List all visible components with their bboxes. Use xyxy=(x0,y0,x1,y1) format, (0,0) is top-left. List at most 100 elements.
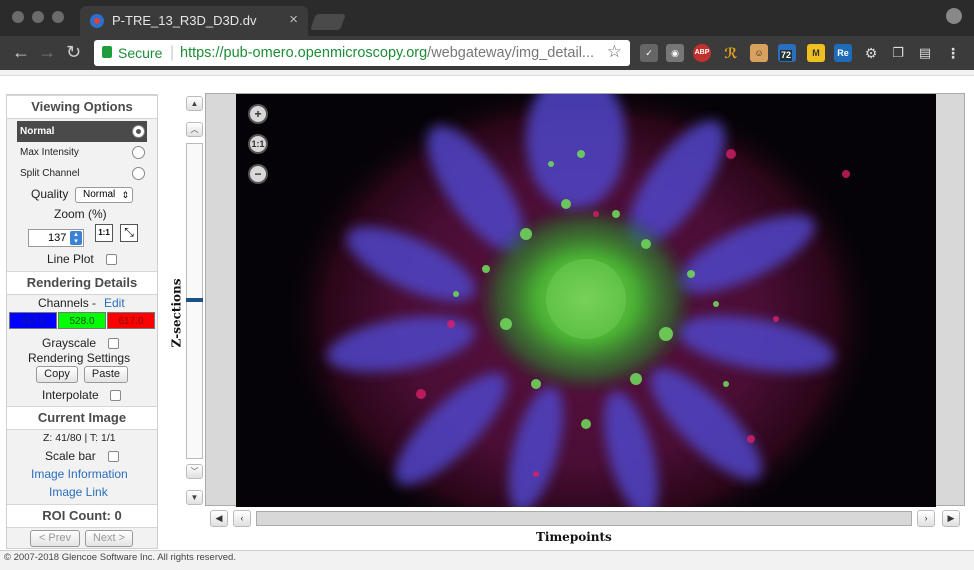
omnibox-divider: | xyxy=(170,44,175,61)
gear-extension-icon[interactable]: ⚙ xyxy=(862,44,880,62)
mode-normal-label: Normal xyxy=(20,126,55,137)
microscopy-image[interactable]: + 1:1 − xyxy=(236,94,936,507)
camera-extension-icon[interactable]: ◉ xyxy=(666,44,684,62)
cell-fluorescence-image xyxy=(281,94,881,507)
copyright-text: © 2007-2018 Glencoe Software Inc. All ri… xyxy=(4,552,236,563)
mode-split-channel-radio[interactable] xyxy=(132,167,145,180)
zoom-fit-button[interactable]: ⤡ xyxy=(120,224,138,242)
back-arrow-icon[interactable]: ← xyxy=(12,42,30,63)
grayscale-label: Grayscale xyxy=(42,336,97,350)
viewing-options-header: Viewing Options xyxy=(7,95,157,119)
copy-button[interactable]: Copy xyxy=(36,366,78,383)
timepoints-label: Timepoints xyxy=(536,530,612,544)
channel-button-457[interactable]: 457.0 xyxy=(9,312,57,329)
z-slider-track[interactable] xyxy=(186,143,203,459)
left-panel: Viewing Options Normal Max Intensity Spl… xyxy=(6,94,158,549)
url-path: /webgateway/img_detail... xyxy=(427,45,595,61)
rss-extension-icon[interactable]: ℛ xyxy=(722,44,740,62)
scale-bar-checkbox[interactable] xyxy=(108,451,119,462)
roi-count: ROI Count: 0 xyxy=(7,504,157,528)
bookmark-star-icon[interactable]: ☆ xyxy=(607,42,622,62)
t-prev-button[interactable]: ‹ xyxy=(233,510,251,527)
t-next-button[interactable]: › xyxy=(917,510,935,527)
browser-tab-bar: P-TRE_13_R3D_D3D.dv × xyxy=(0,0,974,36)
edit-channels-link[interactable]: Edit xyxy=(104,296,125,310)
zoom-in-button[interactable]: + xyxy=(248,104,268,124)
zoom-value: 137 xyxy=(48,232,67,244)
omero-favicon-icon xyxy=(90,14,104,28)
zoom-out-button[interactable]: − xyxy=(248,164,268,184)
url-scheme: https:// xyxy=(180,45,224,61)
image-viewport[interactable]: + 1:1 − xyxy=(205,93,965,507)
forward-arrow-icon[interactable]: → xyxy=(38,42,56,63)
grayscale-checkbox[interactable] xyxy=(108,338,119,349)
close-window-button[interactable] xyxy=(12,11,24,23)
browser-tab[interactable]: P-TRE_13_R3D_D3D.dv × xyxy=(80,6,308,36)
lock-icon xyxy=(102,46,112,58)
task-extension-icon[interactable]: ✓ xyxy=(640,44,658,62)
reload-icon[interactable]: ↻ xyxy=(66,42,81,63)
t-slider-track[interactable] xyxy=(256,511,912,526)
scale-bar-label: Scale bar xyxy=(45,449,96,463)
t-last-button[interactable]: ▶ xyxy=(942,510,960,527)
z-down-button[interactable]: ﹀ xyxy=(186,464,203,479)
menu-icon[interactable]: ⋮ xyxy=(944,44,962,62)
interpolate-checkbox[interactable] xyxy=(110,390,121,401)
z-slider-thumb[interactable] xyxy=(186,298,203,302)
mode-max-intensity[interactable]: Max Intensity xyxy=(17,142,147,163)
line-plot-checkbox[interactable] xyxy=(106,254,117,265)
z-last-button[interactable]: ▼ xyxy=(186,490,203,505)
counter-extension-icon[interactable]: 72 xyxy=(778,44,796,62)
z-section-slider: ▲ ︿ ﹀ ▼ xyxy=(186,94,204,506)
secure-label: Secure xyxy=(118,45,163,61)
address-bar[interactable]: Secure | https://pub-omero.openmicroscop… xyxy=(94,40,630,66)
sidebar-extension-icon[interactable]: ▤ xyxy=(916,44,934,62)
zoom-input[interactable]: 137 ▴ ▾ xyxy=(28,229,84,247)
interpolate-label: Interpolate xyxy=(42,388,99,402)
page-top-bar xyxy=(0,70,974,76)
maximize-window-button[interactable] xyxy=(52,11,64,23)
quality-value: Normal xyxy=(83,189,116,200)
browser-toolbar: ← → ↻ Secure | https://pub-omero.openmic… xyxy=(0,36,974,70)
mode-split-channel[interactable]: Split Channel xyxy=(17,163,147,184)
quality-label: Quality xyxy=(31,187,69,201)
channel-button-528[interactable]: 528.0 xyxy=(58,312,106,329)
extension-badge: 72 xyxy=(780,50,793,61)
paste-button[interactable]: Paste xyxy=(84,366,128,383)
zoom-stepper-icon[interactable]: ▴ ▾ xyxy=(70,231,82,245)
url-host: pub-omero.openmicroscopy.org xyxy=(223,45,428,61)
re-extension-icon[interactable]: Re xyxy=(834,44,852,62)
quality-select[interactable]: Normal ⇕ xyxy=(75,187,133,203)
z-sections-label: Z-sections xyxy=(169,278,184,348)
profile-icon[interactable] xyxy=(946,8,962,24)
mode-max-intensity-label: Max Intensity xyxy=(20,147,79,158)
image-information-link[interactable]: Image Information xyxy=(31,467,128,481)
channels-label: Channels - xyxy=(38,296,97,310)
zoom-1to1-button[interactable]: 1:1 xyxy=(95,224,113,242)
z-first-button[interactable]: ▲ xyxy=(186,96,203,111)
t-first-button[interactable]: ◀ xyxy=(210,510,228,527)
mode-normal[interactable]: Normal xyxy=(17,121,147,142)
tab-close-icon[interactable]: × xyxy=(289,11,298,28)
adblock-extension-icon[interactable]: ABP xyxy=(693,44,711,62)
mode-split-channel-label: Split Channel xyxy=(20,168,80,179)
mode-normal-radio[interactable] xyxy=(132,125,145,138)
zoom-label: Zoom (%) xyxy=(54,207,107,221)
url-text: https://pub-omero.openmicroscopy.org/web… xyxy=(180,45,594,61)
z-up-button[interactable]: ︿ xyxy=(186,122,203,137)
channel-button-617[interactable]: 617.0 xyxy=(107,312,155,329)
zoom-reset-button[interactable]: 1:1 xyxy=(248,134,268,154)
line-plot-label: Line Plot xyxy=(47,252,94,266)
mode-max-intensity-radio[interactable] xyxy=(132,146,145,159)
windows-extension-icon[interactable]: ❐ xyxy=(889,44,907,62)
current-image-header: Current Image xyxy=(7,406,157,430)
face-extension-icon[interactable]: ☺ xyxy=(750,44,768,62)
prev-button[interactable]: < Prev xyxy=(30,530,80,547)
m-extension-icon[interactable]: M xyxy=(807,44,825,62)
minimize-window-button[interactable] xyxy=(32,11,44,23)
image-link[interactable]: Image Link xyxy=(49,485,108,499)
rendering-details-header: Rendering Details xyxy=(7,271,157,295)
footer: © 2007-2018 Glencoe Software Inc. All ri… xyxy=(0,550,974,570)
new-tab-button[interactable] xyxy=(310,14,346,30)
next-button[interactable]: Next > xyxy=(85,530,133,547)
